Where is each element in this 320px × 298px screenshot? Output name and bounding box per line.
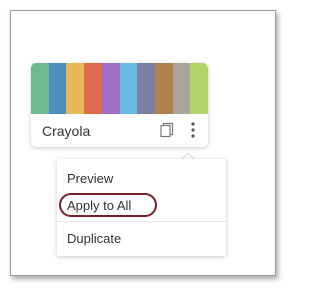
menu-item-preview[interactable]: Preview [67,171,113,186]
color-swatch [66,63,85,114]
menu-item-duplicate[interactable]: Duplicate [67,231,121,246]
color-swatch [119,63,138,114]
color-swatch [172,63,191,114]
card-footer: Crayola [31,114,208,147]
color-swatch [154,63,173,114]
palette-name: Crayola [42,123,91,139]
color-swatch [101,63,120,114]
color-swatch [190,63,208,114]
more-vertical-icon[interactable] [187,120,199,140]
color-swatch [84,63,102,114]
color-swatch [137,63,155,114]
palette-card[interactable]: Crayola [31,63,208,147]
copy-icon[interactable] [159,122,175,138]
swatch-strip [31,63,208,114]
color-swatch [48,63,67,114]
color-swatch [31,63,49,114]
menu-divider [57,221,226,222]
highlight-ring [59,193,157,217]
